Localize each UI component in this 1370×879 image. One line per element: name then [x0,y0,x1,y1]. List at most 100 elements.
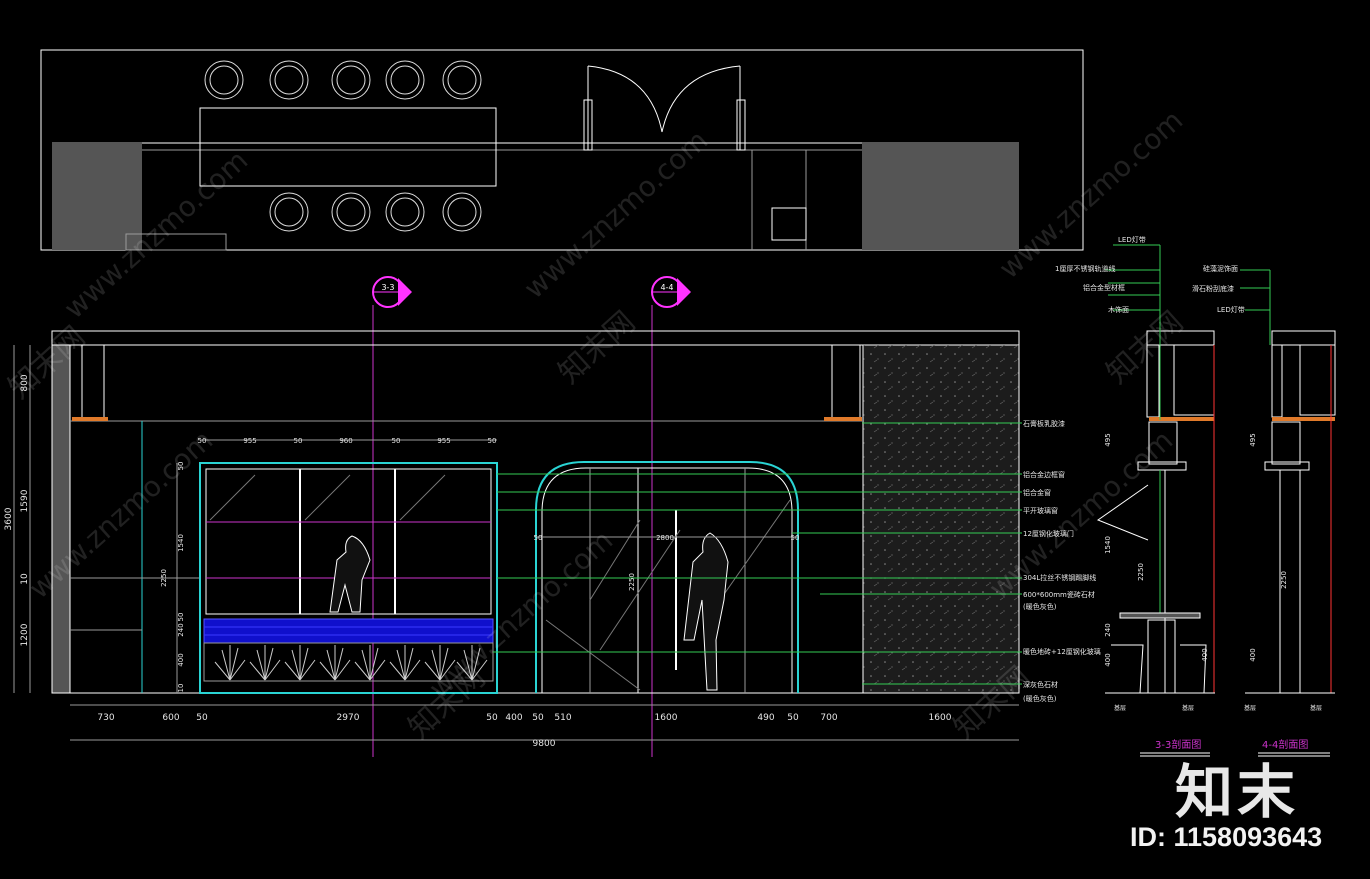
plan-chair [331,192,371,232]
section-marker-3: 3-3 [372,276,412,757]
plan-chair [204,60,244,100]
left-wall-section [51,344,71,694]
door-swing-right [661,65,741,133]
section-4-4 [1240,269,1336,694]
plan-chair-inner [274,197,304,227]
plan-chair-inner [274,65,304,95]
section-base-label: 基层 [1114,704,1126,712]
dim-label: 510 [554,713,571,723]
dim-label: 50 [196,713,208,723]
plan-wall-right [862,142,1019,250]
section-dim: 240 [1104,623,1112,636]
glass-hatch [209,474,256,521]
person-silhouette-icon [683,532,729,691]
dim-label: 955 [437,437,450,445]
dim-label: 2250 [160,569,168,587]
annotation-label: 石膏板乳胶漆 [1023,419,1065,428]
section-ceiling [1271,330,1336,346]
plant-icon [249,645,281,681]
annotation-label: (暖色灰色) [1023,694,1057,703]
section-text: LED灯带 1厘厚不锈钢轨道线铝合金型材框木饰面 硅藻泥饰面滑石粉刮底漆 LED灯带 4… [1055,235,1322,712]
dim-label: 955 [243,437,256,445]
annotation-label: 600*600mm瓷砖石材 [1023,590,1095,599]
section-door-head [1271,421,1301,465]
dim-label: 50 [486,713,498,723]
plan-chair [385,192,425,232]
dim-label: 600 [162,713,179,723]
dim-label: 490 [757,713,774,723]
dim-label: 1590 [20,489,30,512]
section-note: 1厘厚不锈钢轨道线 [1055,264,1115,273]
plant-icon [284,645,316,681]
watermark-cn: 知末网 [2,320,92,406]
annotation-label: 铝合金边框窗 [1023,470,1065,479]
dim-label: 2800 [656,534,674,542]
dim-label: 50 [534,534,543,542]
annotation-label: (暖色灰色) [1023,602,1057,611]
plan-chairs [204,60,482,232]
section-dim: 400 [1201,648,1209,661]
section-base-label: 基层 [1182,704,1194,712]
section-dim: 2250 [1280,571,1288,589]
section-dim: 495 [1249,433,1257,446]
section-led-strip [1272,417,1335,421]
plan-chair [331,60,371,100]
watermark-cn: 知末网 [552,305,642,391]
person-silhouette-icon [329,535,371,613]
dim-label: 50 [532,713,544,723]
annotation-label: 铝合金窗 [1023,488,1051,497]
section-bench-top [1119,612,1201,619]
glass-hatch [545,619,641,691]
section-marker-label: 4-4 [660,283,673,292]
annotation-label: 暖色地砖+12厘钢化玻璃 [1023,647,1101,656]
plant-icon [214,645,246,681]
door-swing-left [587,65,663,133]
section-marker-4: 4-4 [651,276,691,757]
plant-icon [389,645,421,681]
led-strip-right [824,417,862,421]
section-note: 木饰面 [1108,305,1129,314]
plan-chair-inner [447,65,477,95]
dim-label-overall: 9800 [533,739,556,749]
section-marker-label: 3-3 [381,283,394,292]
section-stools [1111,644,1207,694]
led-strip-left [72,417,108,421]
plan-chair [442,192,482,232]
plan-chair-inner [390,197,420,227]
plan-chair-inner [336,197,366,227]
light-pocket-right [831,344,861,420]
plant-icon [319,645,351,681]
plan-view [40,49,1084,251]
dim-label: 240 [177,623,185,636]
plan-chair-inner [336,65,366,95]
plan-chair [269,60,309,100]
glass-hatch [719,499,791,601]
elevation-view [51,330,1022,694]
light-pocket-left [81,344,105,420]
dim-label: 50 [791,534,800,542]
section-note: LED灯带 [1217,305,1245,314]
dim-label: 50 [177,613,185,622]
dim-label: 730 [97,713,114,723]
section-dim: 400 [1104,653,1112,666]
dim-label: 50 [392,437,401,445]
plan-chair [269,192,309,232]
dim-label: 50 [294,437,303,445]
dim-label: 1200 [20,623,30,646]
section-light-pocket [1173,344,1215,416]
plan-chair [385,60,425,100]
section-planter [1147,619,1176,694]
dim-label: 10 [177,684,185,693]
watermark-text: www.znzmo.com [518,124,715,306]
dim-label: 700 [820,713,837,723]
image-id: ID: 1158093643 [1130,822,1323,852]
section-base-label: 基层 [1244,704,1256,712]
dim-label: 50 [488,437,497,445]
plan-chair-inner [390,65,420,95]
dim-label: 960 [339,437,352,445]
plan-cabinet [771,207,807,241]
section-dim: 1540 [1104,536,1112,554]
stone-texture [863,345,1019,693]
plant-icon [354,645,386,681]
section-dim: 400 [1249,648,1257,661]
